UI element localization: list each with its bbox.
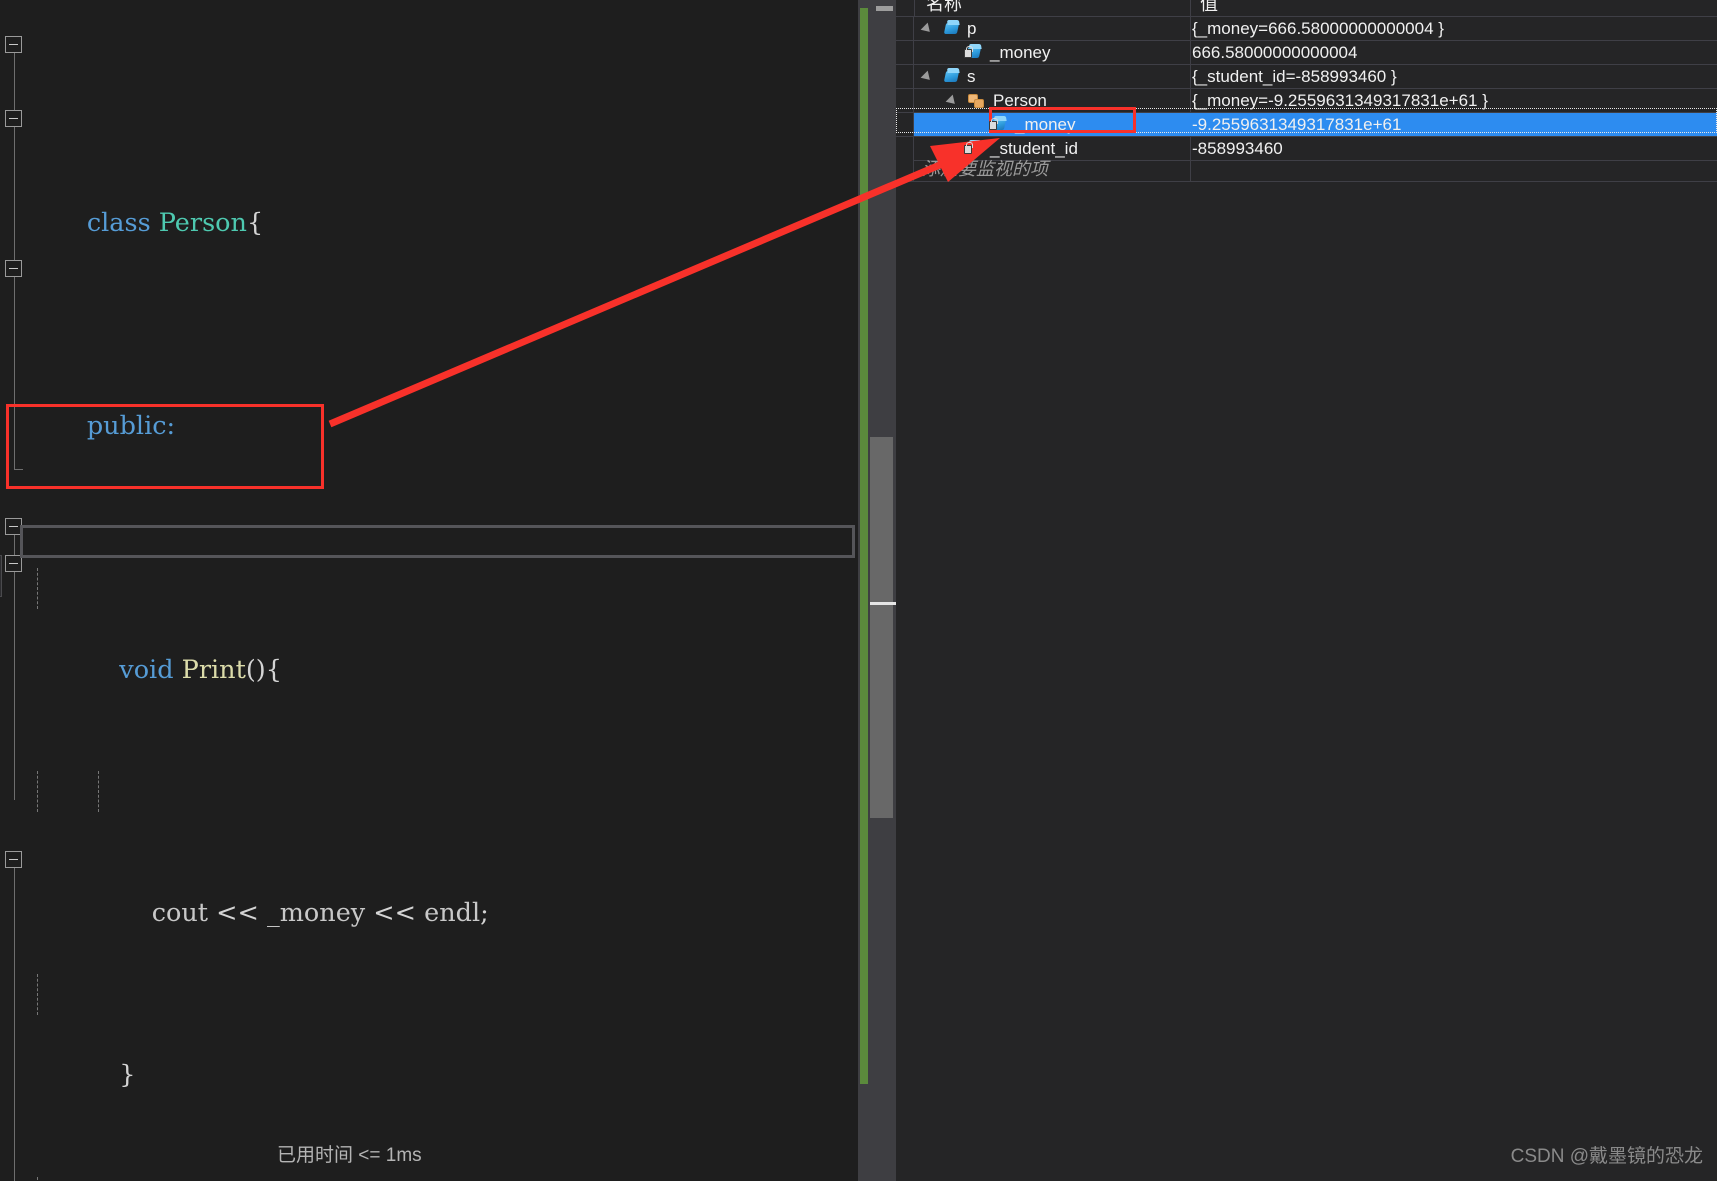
indent-guide (98, 771, 99, 812)
token-function-print: Print (181, 654, 246, 685)
header-divider (914, 0, 915, 17)
elapsed-time-tooltip: 已用时间 <= 1ms (277, 1145, 422, 1166)
watch-name-label: _student_id (990, 139, 1078, 158)
name-cell[interactable]: _money (915, 113, 1190, 136)
row-gutter (896, 17, 914, 40)
chevron-expanded-icon[interactable] (920, 22, 934, 36)
watch-row-person-money-selected[interactable]: _money -9.2559631349317831e+61 (896, 113, 1717, 137)
name-cell[interactable]: _student_id (915, 137, 1190, 160)
code-line[interactable]: void Print(){ (0, 568, 858, 685)
code-line[interactable]: public: (0, 365, 858, 441)
row-gutter (896, 65, 914, 88)
column-header-name[interactable]: 名称 (918, 0, 1188, 17)
add-watch-placeholder[interactable]: 添加要监视的项 (922, 158, 1048, 181)
token-parens: () (245, 654, 266, 685)
code-line[interactable]: class Person{ (0, 162, 858, 238)
add-watch-row[interactable]: 添加要监视的项 (896, 158, 1717, 182)
code-text[interactable]: class Person{ public: void Print(){ cout… (0, 0, 858, 1181)
code-line[interactable]: cout << _money << endl; (0, 771, 858, 928)
token-operator-shift: << (373, 898, 417, 929)
code-line[interactable]: } (0, 974, 858, 1090)
watch-name-label: p (967, 19, 977, 38)
csdn-watermark: CSDN @戴墨镜的恐龙 (1510, 1146, 1703, 1167)
watch-row-p-money[interactable]: _money 666.58000000000004 (896, 41, 1717, 65)
column-divider (1190, 137, 1191, 160)
value-cell[interactable]: 666.58000000000004 (1192, 41, 1712, 64)
row-gutter (896, 41, 914, 64)
token-brace: { (265, 654, 282, 685)
indent-guide (37, 771, 38, 812)
value-cell[interactable]: {_student_id=-858993460 } (1192, 65, 1712, 88)
column-header-value[interactable]: 值 (1192, 0, 1692, 17)
selected-empty-line-frame[interactable] (20, 525, 855, 558)
indent-guide (37, 974, 38, 1015)
indent-guide (37, 1177, 38, 1181)
editor-vertical-scrollbar[interactable] (858, 0, 900, 1181)
name-cell[interactable]: s (915, 65, 1190, 88)
row-gutter (896, 158, 914, 181)
column-divider (1190, 89, 1191, 112)
row-gutter (896, 137, 914, 160)
visual-studio-debug-window: class Person{ public: void Print(){ cout… (0, 0, 1717, 1181)
token-brace: } (119, 1060, 136, 1091)
watch-name-label: _money (990, 43, 1051, 62)
watch-name-label: _money (1015, 115, 1076, 134)
token-keyword-class: class (86, 207, 151, 238)
token-keyword-void: void (119, 654, 174, 685)
value-cell[interactable]: {_money=-9.2559631349317831e+61 } (1192, 89, 1712, 112)
watch-name-label: Person (993, 91, 1047, 110)
editor-splitter-handle[interactable] (0, 555, 2, 597)
token-type-person: Person (158, 207, 247, 238)
name-cell[interactable]: Person (915, 89, 1190, 112)
watch-window[interactable]: 名称 值 p {_money=666.58000000000004 } _mon… (896, 0, 1717, 1181)
watch-name-label: s (967, 67, 976, 86)
token-endl: endl (424, 898, 481, 929)
watch-row-person-base[interactable]: Person {_money=-9.2559631349317831e+61 } (896, 89, 1717, 113)
object-cube-icon (943, 20, 961, 38)
value-cell[interactable]: -858993460 (1192, 137, 1712, 160)
column-divider (1190, 65, 1191, 88)
private-field-icon (989, 116, 1008, 134)
name-cell[interactable]: p (915, 17, 1190, 40)
watch-column-headers: 名称 值 (896, 0, 1717, 17)
token-member-money: _money (266, 898, 366, 929)
scrollbar-top-marker[interactable] (876, 6, 893, 11)
private-field-icon (964, 44, 983, 62)
token-access-public: public: (86, 410, 176, 441)
token-operator-shift: << (216, 898, 259, 929)
chevron-expanded-icon[interactable] (920, 70, 934, 84)
scrollbar-thumb[interactable] (870, 437, 893, 818)
object-cube-icon (943, 68, 961, 86)
value-cell[interactable]: {_money=666.58000000000004 } (1192, 17, 1712, 40)
watch-row-s[interactable]: s {_student_id=-858993460 } (896, 65, 1717, 89)
change-tracking-bar (860, 8, 868, 1084)
column-divider (1190, 17, 1191, 40)
chevron-expanded-icon[interactable] (945, 94, 959, 108)
indent-guide (37, 568, 38, 609)
code-editor-pane[interactable]: class Person{ public: void Print(){ cout… (0, 0, 858, 1181)
column-divider (1190, 41, 1191, 64)
code-line[interactable] (0, 1177, 858, 1181)
name-cell[interactable]: _money (915, 41, 1190, 64)
token-brace: { (246, 207, 264, 238)
value-cell[interactable]: -9.2559631349317831e+61 (1192, 113, 1712, 136)
private-field-icon (964, 140, 983, 158)
token-semicolon: ; (480, 898, 489, 929)
column-divider (1190, 158, 1191, 181)
watch-row-p[interactable]: p {_money=666.58000000000004 } (896, 17, 1717, 41)
base-class-icon (968, 92, 986, 110)
column-divider[interactable] (1190, 0, 1191, 17)
row-gutter (896, 113, 914, 136)
row-gutter (896, 89, 914, 112)
token-cout: cout (151, 898, 209, 929)
